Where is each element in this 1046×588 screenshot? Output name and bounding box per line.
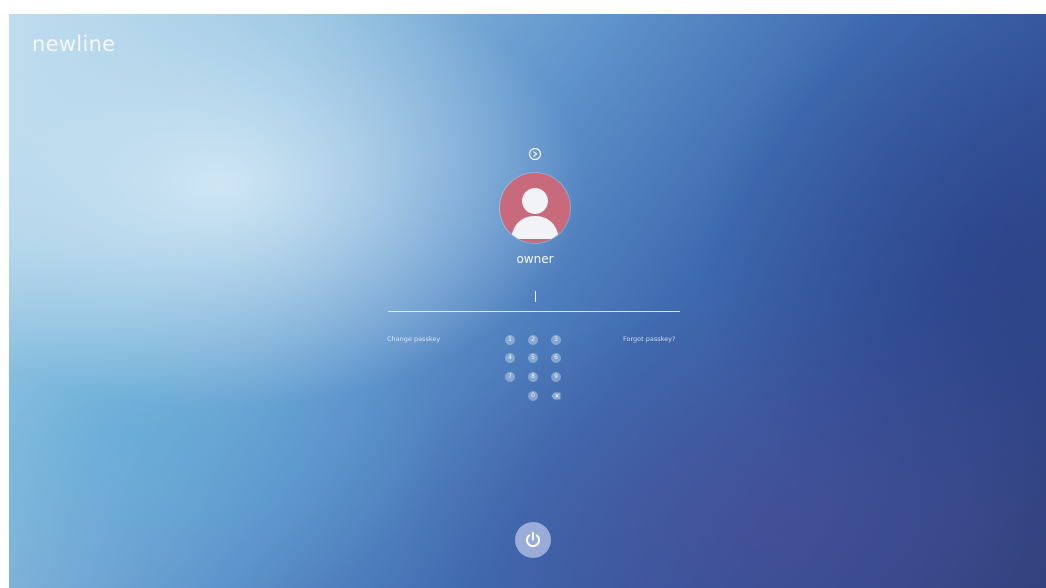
keypad-key-3[interactable]: 3 (551, 335, 561, 345)
keypad-key-4[interactable]: 4 (505, 353, 515, 363)
keypad-key-7[interactable]: 7 (505, 372, 515, 382)
keypad-key-0[interactable]: 0 (528, 391, 538, 401)
passkey-input-underline[interactable] (388, 311, 680, 312)
keypad-key-6[interactable]: 6 (551, 353, 561, 363)
forgot-passkey-link[interactable]: Forgot passkey? (623, 335, 675, 343)
power-button[interactable] (515, 522, 551, 558)
switch-user-icon[interactable] (528, 147, 542, 161)
keypad-key-5[interactable]: 5 (528, 353, 538, 363)
user-avatar[interactable] (500, 173, 570, 243)
newline-logo: newline (32, 32, 116, 56)
keypad-key-1[interactable]: 1 (505, 335, 515, 345)
lock-screen: newline owner Change passkey Forgot pass… (9, 14, 1046, 588)
backspace-icon[interactable] (551, 392, 561, 400)
user-avatar-icon (511, 188, 559, 239)
keypad-key-8[interactable]: 8 (528, 372, 538, 382)
power-icon (526, 532, 540, 548)
keypad-key-9[interactable]: 9 (551, 372, 561, 382)
passkey-input-cursor[interactable] (535, 291, 536, 302)
username-label: owner (516, 252, 554, 266)
keypad-key-2[interactable]: 2 (528, 335, 538, 345)
change-passkey-link[interactable]: Change passkey (387, 335, 440, 343)
